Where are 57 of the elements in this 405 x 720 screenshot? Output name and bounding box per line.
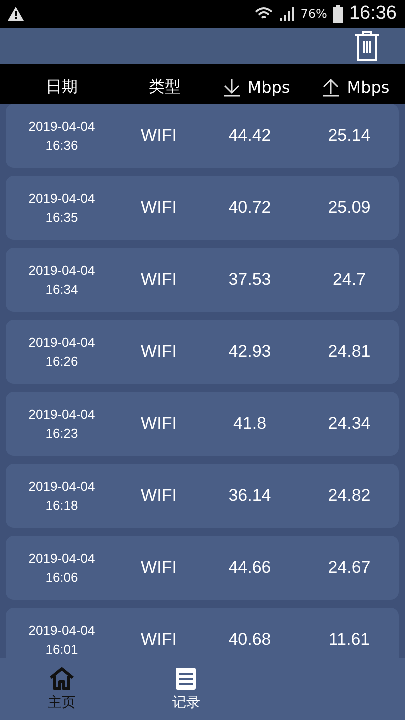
nav-label: 记录 [172, 694, 200, 712]
download-speed: 40.72 [228, 198, 272, 218]
upload-speed: 25.09 [328, 198, 371, 218]
record-card[interactable]: 2019-04-04 16:36 WIFI 44.42 25.14 [6, 104, 399, 168]
download-speed: 44.42 [228, 126, 272, 146]
network-type: WIFI [141, 414, 177, 434]
upload-speed: 25.14 [328, 126, 371, 146]
download-speed: 41.8 [233, 414, 267, 434]
record-datetime: 2019-04-04 16:34 [28, 262, 96, 299]
trash-icon[interactable] [353, 30, 381, 62]
record-card[interactable]: 2019-04-04 16:26 WIFI 42.93 24.81 [6, 320, 399, 384]
download-arrow-icon [222, 77, 242, 97]
record-card[interactable]: 2019-04-04 16:06 WIFI 44.66 24.67 [6, 536, 399, 600]
home-icon [48, 666, 76, 692]
column-label: 类型 [149, 76, 181, 98]
record-card[interactable]: 2019-04-04 16:35 WIFI 40.72 25.09 [6, 176, 399, 240]
column-label: Mbps [248, 78, 290, 96]
battery-percent: 76% [300, 7, 328, 21]
record-card[interactable]: 2019-04-04 16:18 WIFI 36.14 24.82 [6, 464, 399, 528]
record-datetime: 2019-04-04 16:23 [28, 406, 96, 443]
column-label: Mbps [347, 78, 390, 96]
upload-speed: 24.34 [328, 414, 371, 434]
network-type: WIFI [141, 558, 177, 578]
record-card[interactable]: 2019-04-04 16:34 WIFI 37.53 24.7 [6, 248, 399, 312]
network-type: WIFI [141, 270, 177, 290]
record-datetime: 2019-04-04 16:35 [28, 190, 96, 227]
download-speed: 40.68 [228, 630, 272, 650]
record-datetime: 2019-04-04 16:36 [28, 118, 96, 155]
warning-icon [8, 7, 24, 21]
download-speed: 42.93 [228, 342, 272, 362]
upload-speed: 24.81 [328, 342, 371, 362]
nav-tab[interactable]: 记录 [172, 666, 200, 712]
record-datetime: 2019-04-04 16:06 [28, 550, 96, 587]
record-card[interactable]: 2019-04-04 16:23 WIFI 41.8 24.34 [6, 392, 399, 456]
record-card[interactable]: 2019-04-04 16:01 WIFI 40.68 11.61 [6, 608, 399, 658]
network-type: WIFI [141, 342, 177, 362]
network-type: WIFI [141, 630, 177, 650]
download-speed: 37.53 [228, 270, 272, 290]
upload-speed: 24.82 [328, 486, 371, 506]
record-datetime: 2019-04-04 16:18 [28, 478, 96, 515]
network-type: WIFI [141, 198, 177, 218]
network-type: WIFI [141, 126, 177, 146]
signal-icon [278, 6, 295, 22]
upload-speed: 24.67 [328, 558, 371, 578]
list-icon [174, 666, 198, 692]
record-datetime: 2019-04-04 16:26 [28, 334, 96, 371]
upload-speed: 11.61 [328, 630, 370, 650]
column-label: 日期 [46, 76, 78, 98]
nav-label: 主页 [48, 694, 76, 712]
download-speed: 36.14 [228, 486, 272, 506]
record-datetime: 2019-04-04 16:01 [28, 622, 96, 658]
network-type: WIFI [141, 486, 177, 506]
clock: 16:36 [349, 3, 397, 25]
download-speed: 44.66 [228, 558, 272, 578]
upload-speed: 24.7 [332, 270, 366, 290]
battery-icon [333, 5, 344, 23]
upload-arrow-icon [321, 77, 342, 97]
